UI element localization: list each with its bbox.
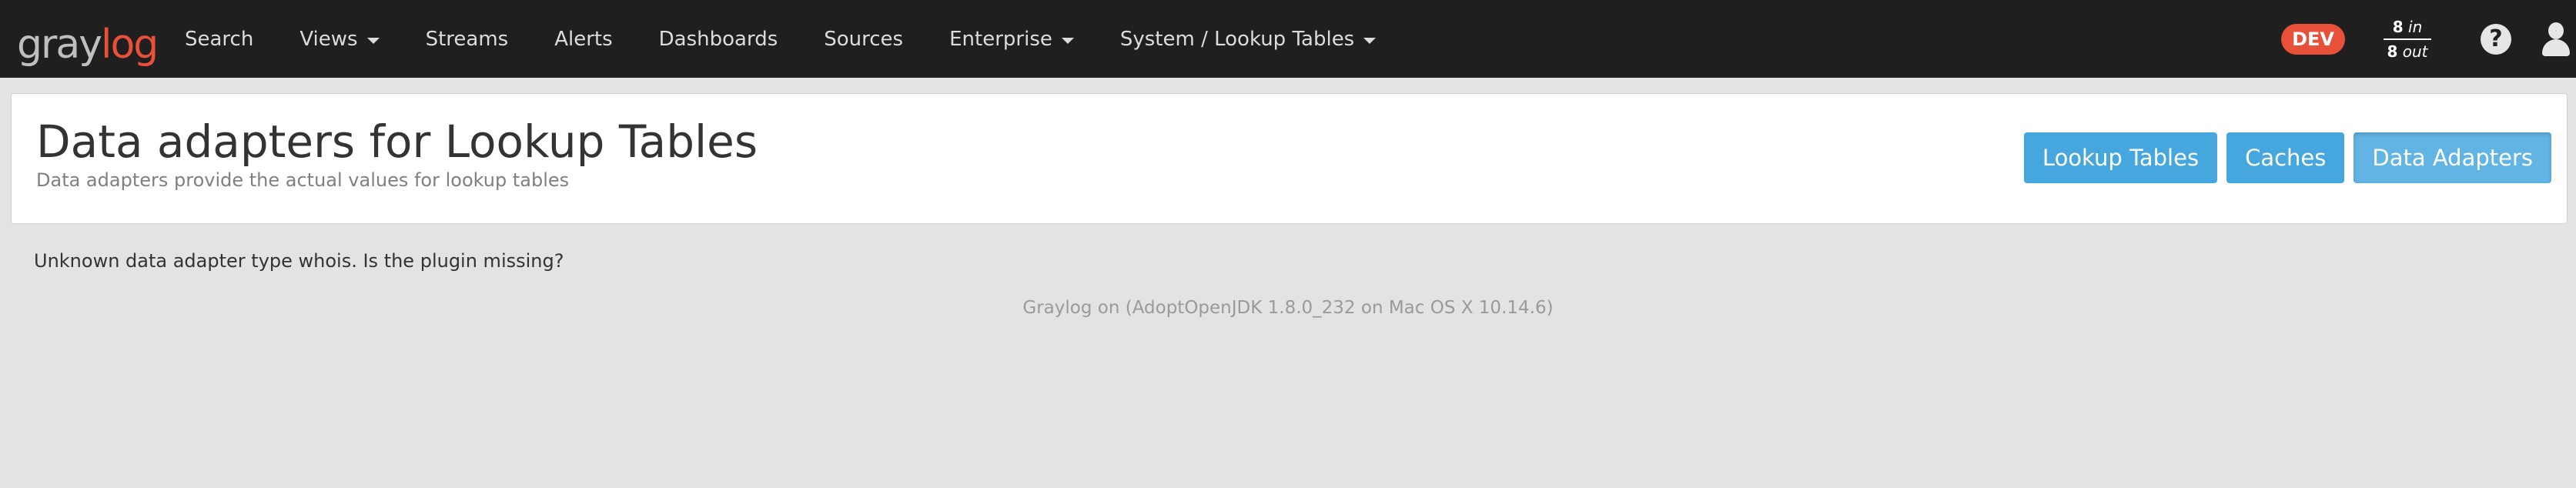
header-button-group: Lookup Tables Caches Data Adapters	[2015, 132, 2551, 183]
data-adapters-button[interactable]: Data Adapters	[2354, 132, 2551, 183]
nav-item-sources[interactable]: Sources	[824, 28, 903, 51]
env-badge: DEV	[2281, 23, 2345, 55]
nav-item-label: Search	[185, 27, 254, 51]
caret-down-icon	[366, 37, 380, 44]
page-subtitle: Data adapters provide the actual values …	[36, 169, 570, 191]
question-circle-icon[interactable]: ?	[2481, 23, 2511, 55]
nav-item-streams[interactable]: Streams	[426, 28, 509, 51]
page-title: Data adapters for Lookup Tables	[36, 115, 758, 168]
throughput-out: 8 out	[2387, 42, 2428, 61]
nav-item-label: Sources	[824, 27, 904, 51]
error-message: Unknown data adapter type whois. Is the …	[34, 250, 564, 272]
user-icon[interactable]	[2542, 22, 2570, 56]
page-header-box: Data adapters for Lookup Tables Data ada…	[11, 93, 2568, 224]
throughput-divider	[2384, 38, 2431, 40]
nav-item-enterprise[interactable]: Enterprise	[949, 28, 1074, 51]
nav-item-alerts[interactable]: Alerts	[554, 28, 612, 51]
nav-item-label: Alerts	[554, 27, 613, 51]
nav-right: DEV 8 in 8 out ?	[2281, 0, 2576, 78]
logo-red-part: log	[101, 22, 159, 68]
top-navbar: gray log Search Views Streams Alerts Dash…	[0, 0, 2576, 78]
nav-item-search[interactable]: Search	[185, 28, 253, 51]
nav-item-label: Enterprise	[949, 27, 1052, 51]
lookup-tables-button[interactable]: Lookup Tables	[2023, 132, 2218, 183]
throughput-in: 8 in	[2392, 17, 2423, 36]
nav-item-label: Views	[299, 27, 358, 51]
throughput-indicator[interactable]: 8 in 8 out	[2384, 17, 2431, 62]
nav-item-label: System / Lookup Tables	[1119, 27, 1355, 51]
nav-item-label: Streams	[425, 27, 509, 51]
nav-item-dashboards[interactable]: Dashboards	[659, 28, 778, 51]
caches-button[interactable]: Caches	[2226, 132, 2345, 183]
caret-down-icon	[1363, 37, 1377, 44]
graylog-logo[interactable]: gray log	[17, 11, 159, 68]
nav-item-label: Dashboards	[658, 27, 778, 51]
nav-item-system[interactable]: System / Lookup Tables	[1119, 27, 1377, 51]
footer-version: Graylog on (AdoptOpenJDK 1.8.0_232 on Ma…	[1022, 298, 1554, 318]
main-nav: Search Views Streams Alerts Dashboards S…	[185, 0, 1422, 78]
logo-gray-part: gray	[17, 22, 102, 68]
nav-item-views[interactable]: Views	[299, 27, 380, 51]
caret-down-icon	[1061, 37, 1074, 44]
